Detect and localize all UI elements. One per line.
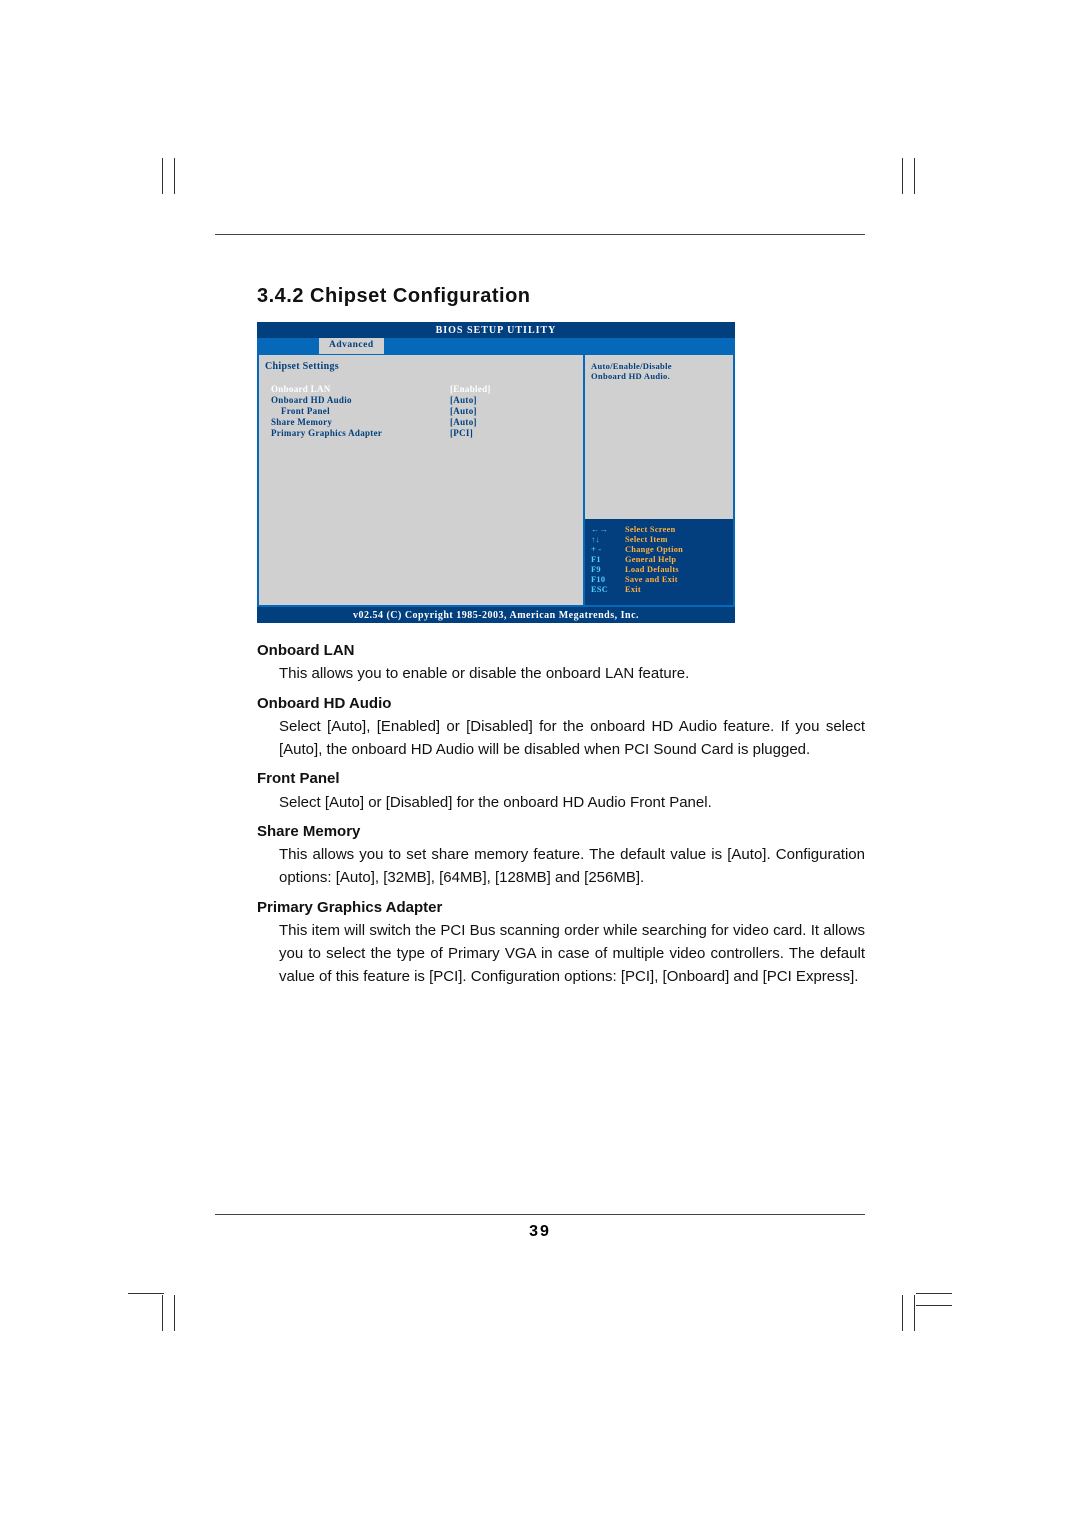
nav-row: ←→Select Screen <box>591 525 727 534</box>
setting-value: [Auto] <box>450 406 477 416</box>
desc-body: This allows you to set share memory feat… <box>279 843 865 890</box>
nav-row: F9Load Defaults <box>591 565 727 574</box>
nav-row: F1General Help <box>591 555 727 564</box>
nav-row: F10Save and Exit <box>591 575 727 584</box>
nav-row: ↑↓Select Item <box>591 535 727 544</box>
bios-footer: v02.54 (C) Copyright 1985-2003, American… <box>257 607 735 623</box>
desc-body: Select [Auto] or [Disabled] for the onbo… <box>279 791 865 814</box>
page-content: 3.4.2 Chipset Configuration BIOS SETUP U… <box>215 234 865 989</box>
help-line: Auto/Enable/Disable <box>591 361 727 371</box>
nav-row: ESCExit <box>591 585 727 594</box>
setting-label: Primary Graphics Adapter <box>265 428 450 438</box>
setting-label: Front Panel <box>265 406 450 416</box>
setting-row: Front Panel [Auto] <box>265 406 577 416</box>
top-rule <box>215 234 865 235</box>
setting-label: Share Memory <box>265 417 450 427</box>
section-heading: 3.4.2 Chipset Configuration <box>257 285 865 308</box>
nav-row: + -Change Option <box>591 545 727 554</box>
bios-title-bar: BIOS SETUP UTILITY <box>257 322 735 338</box>
desc-body: This item will switch the PCI Bus scanni… <box>279 919 865 989</box>
setting-value: [Auto] <box>450 395 477 405</box>
bios-settings-panel: Chipset Settings Onboard LAN [Enabled] O… <box>259 355 583 605</box>
bios-help-text: Auto/Enable/Disable Onboard HD Audio. <box>585 355 733 519</box>
setting-row: Onboard LAN [Enabled] <box>265 384 577 394</box>
desc-title: Share Memory <box>257 820 865 843</box>
bottom-rule <box>215 1214 865 1215</box>
desc-title: Front Panel <box>257 767 865 790</box>
setting-row: Share Memory [Auto] <box>265 417 577 427</box>
setting-value: [PCI] <box>450 428 473 438</box>
setting-label: Onboard LAN <box>265 384 450 394</box>
bios-panel-title: Chipset Settings <box>265 361 577 372</box>
setting-value: [Auto] <box>450 417 477 427</box>
desc-body: Select [Auto], [Enabled] or [Disabled] f… <box>279 715 865 762</box>
bios-help-panel: Auto/Enable/Disable Onboard HD Audio. ←→… <box>585 355 733 605</box>
desc-title: Primary Graphics Adapter <box>257 896 865 919</box>
footer-area: 39 <box>215 1214 865 1241</box>
help-line: Onboard HD Audio. <box>591 371 727 381</box>
bios-screenshot: BIOS SETUP UTILITY Advanced Chipset Sett… <box>257 322 735 623</box>
desc-title: Onboard LAN <box>257 639 865 662</box>
bios-tab-bar: Advanced <box>257 338 735 353</box>
desc-title: Onboard HD Audio <box>257 692 865 715</box>
bios-nav-help: ←→Select Screen ↑↓Select Item + -Change … <box>585 519 733 605</box>
bios-body: Chipset Settings Onboard LAN [Enabled] O… <box>257 353 735 607</box>
setting-value: [Enabled] <box>450 384 491 394</box>
setting-label: Onboard HD Audio <box>265 395 450 405</box>
bios-tab-advanced: Advanced <box>319 338 384 354</box>
setting-row: Onboard HD Audio [Auto] <box>265 395 577 405</box>
descriptions: Onboard LAN This allows you to enable or… <box>257 639 865 989</box>
setting-row: Primary Graphics Adapter [PCI] <box>265 428 577 438</box>
page-number: 39 <box>215 1223 865 1241</box>
desc-body: This allows you to enable or disable the… <box>279 662 865 685</box>
